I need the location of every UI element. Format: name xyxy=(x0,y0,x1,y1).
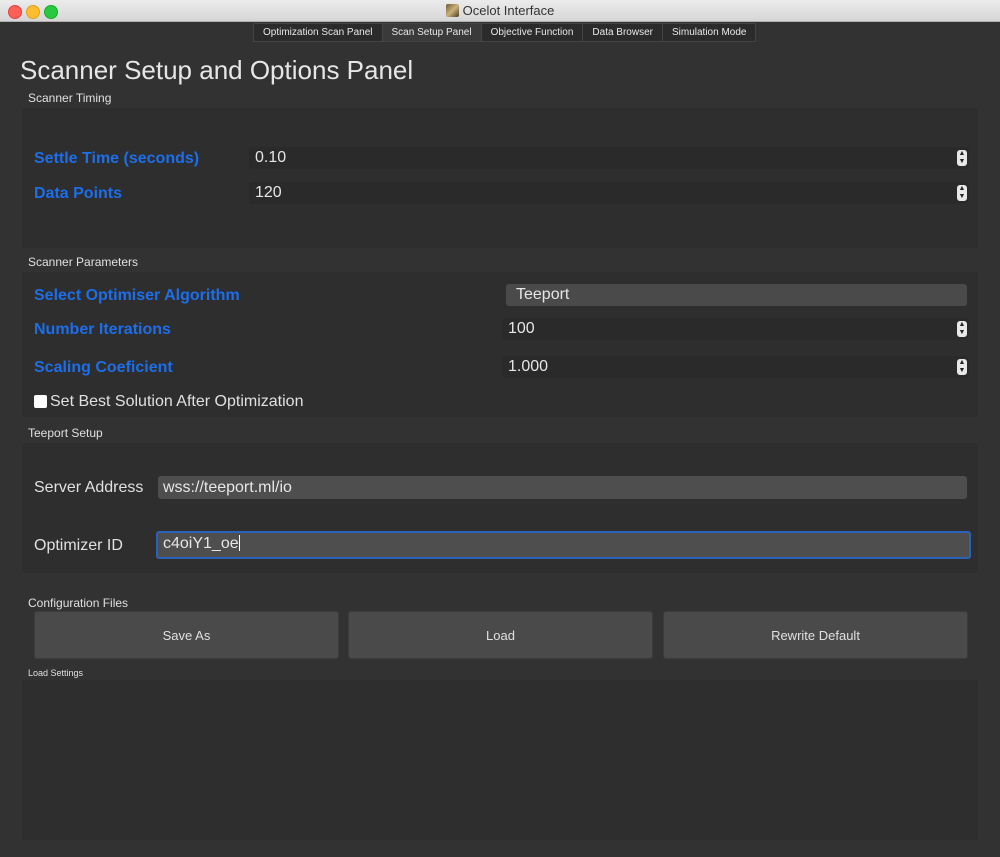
tab-simulation-mode[interactable]: Simulation Mode xyxy=(661,23,757,42)
scanner-parameters-group-label: Scanner Parameters xyxy=(28,255,139,269)
settle-time-value: 0.10 xyxy=(255,149,287,166)
load-settings-group-label: Load Settings xyxy=(28,668,84,678)
scanner-timing-group-label: Scanner Timing xyxy=(28,91,112,105)
text-caret xyxy=(238,535,240,551)
server-address-input[interactable]: wss://teeport.ml/io xyxy=(158,476,967,499)
scaling-value: 1.000 xyxy=(508,358,549,375)
title-bar: Ocelot Interface xyxy=(0,0,1000,22)
server-address-label: Server Address xyxy=(34,479,144,496)
iterations-label: Number Iterations xyxy=(34,321,171,338)
tab-optimization-scan-panel[interactable]: Optimization Scan Panel xyxy=(253,23,382,42)
scaling-spinbox[interactable]: 1.000 ▲ ▼ xyxy=(502,356,969,378)
app-window: Ocelot Interface Optimization Scan Panel… xyxy=(0,0,1000,857)
rewrite-default-button[interactable]: Rewrite Default xyxy=(663,611,968,659)
optimizer-id-label: Optimizer ID xyxy=(34,537,123,554)
data-points-value: 120 xyxy=(255,184,282,201)
config-files-group-label: Configuration Files xyxy=(28,596,129,610)
ocelot-app-icon xyxy=(445,4,459,17)
tab-scan-setup-panel[interactable]: Scan Setup Panel xyxy=(381,23,481,42)
tab-data-browser[interactable]: Data Browser xyxy=(582,23,662,42)
optimizer-id-input[interactable]: c4oiY1_oe xyxy=(156,531,971,559)
scanner-timing-group xyxy=(22,108,978,248)
window-title-wrap: Ocelot Interface xyxy=(0,3,1000,18)
save-as-button[interactable]: Save As xyxy=(34,611,339,659)
data-points-label: Data Points xyxy=(34,185,123,202)
data-points-spinbox[interactable]: 120 ▲ ▼ xyxy=(249,182,969,204)
tab-objective-function[interactable]: Objective Function xyxy=(480,23,583,42)
best-solution-checkbox[interactable] xyxy=(34,395,47,408)
algorithm-select[interactable]: Teeport xyxy=(506,284,967,306)
spin-arrows-icon[interactable]: ▲ ▼ xyxy=(957,321,967,337)
spin-arrows-icon[interactable]: ▲ ▼ xyxy=(957,185,967,201)
load-button[interactable]: Load xyxy=(348,611,653,659)
optimizer-id-value: c4oiY1_oe xyxy=(163,535,239,552)
page-title: Scanner Setup and Options Panel xyxy=(20,55,414,85)
best-solution-label[interactable]: Set Best Solution After Optimization xyxy=(50,393,303,411)
spin-arrows-icon[interactable]: ▲ ▼ xyxy=(957,150,967,166)
scaling-label: Scaling Coeficient xyxy=(34,359,173,376)
iterations-value: 100 xyxy=(508,320,535,337)
teeport-setup-group-label: Teeport Setup xyxy=(28,426,103,440)
iterations-spinbox[interactable]: 100 ▲ ▼ xyxy=(502,318,969,340)
settle-time-label: Settle Time (seconds) xyxy=(34,150,200,167)
algorithm-label: Select Optimiser Algorithm xyxy=(34,287,240,304)
tab-bar: Optimization Scan Panel Scan Setup Panel… xyxy=(253,23,757,42)
window-title: Ocelot Interface xyxy=(462,3,555,18)
load-settings-group xyxy=(22,680,978,840)
spin-arrows-icon[interactable]: ▲ ▼ xyxy=(957,359,967,375)
settle-time-spinbox[interactable]: 0.10 ▲ ▼ xyxy=(249,147,969,169)
